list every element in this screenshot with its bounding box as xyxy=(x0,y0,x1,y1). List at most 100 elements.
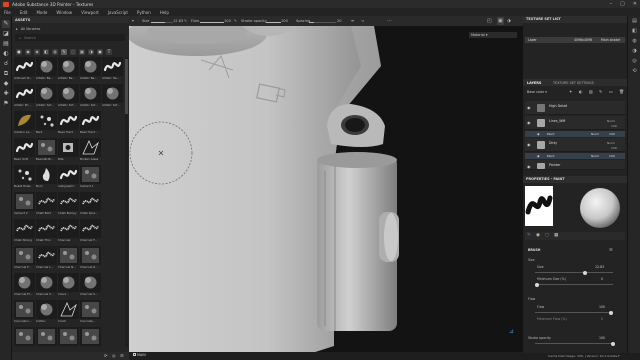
asset-thumbnail[interactable]: Bullet Holes xyxy=(14,165,35,189)
add-mask-icon[interactable]: ◐ xyxy=(579,89,583,94)
material-tab-icon[interactable]: ◉ xyxy=(536,233,540,238)
asset-thumbnail[interactable]: Basmati Br... xyxy=(36,138,57,162)
properties-icon[interactable]: ◍ xyxy=(631,38,638,45)
delete-layer-icon[interactable]: 🗑 xyxy=(619,89,624,94)
menu-file[interactable]: File xyxy=(4,10,11,15)
layer-opacity[interactable]: 100 xyxy=(611,146,617,150)
search-field[interactable]: ⌕ Search xyxy=(15,34,125,41)
asset-thumbnail[interactable]: Concrete... xyxy=(80,300,101,324)
display-settings-dock-icon[interactable]: ◑ xyxy=(631,48,638,55)
blend-mode[interactable]: Norm xyxy=(607,119,615,123)
3d-viewport[interactable]: Material ▾ ⊿ xyxy=(129,26,523,354)
asset-thumbnail[interactable]: Cloud... xyxy=(58,273,79,297)
asset-thumbnail[interactable]: Basic Soft xyxy=(14,138,35,162)
history-icon[interactable]: ⟲ xyxy=(631,68,638,75)
sublayer-opacity[interactable]: 100 xyxy=(609,154,615,158)
asset-thumbnail[interactable]: Chalk Thin xyxy=(36,219,57,243)
toolbar-flow-slider[interactable] xyxy=(200,22,224,24)
visibility-eye-icon[interactable]: ◉ xyxy=(537,154,540,158)
paint-brush-tool-icon[interactable]: ✎ xyxy=(2,20,10,28)
layer-row[interactable]: ◉ High Detail xyxy=(525,101,625,115)
asset-thumbnail[interactable]: Cotton xyxy=(36,300,57,324)
asset-thumbnail[interactable]: Bark xyxy=(36,111,57,135)
layers-icon[interactable]: ◧ xyxy=(631,28,638,35)
asset-thumbnail[interactable] xyxy=(14,327,35,351)
geometry-decal-icon[interactable]: ◐ xyxy=(2,50,10,58)
asset-thumbnail[interactable]: Artistic Sof... xyxy=(80,84,101,108)
asset-thumbnail[interactable]: Artistic Pri... xyxy=(14,84,35,108)
fonts-filter-icon[interactable]: T xyxy=(106,48,112,55)
list-view-icon[interactable]: ☰ xyxy=(120,353,124,358)
asset-thumbnail[interactable]: Charcoal Pr... xyxy=(14,273,35,297)
asset-thumbnail[interactable]: Charcoal F... xyxy=(14,246,35,270)
stroke-opacity-value[interactable]: 100 xyxy=(599,336,605,340)
asset-thumbnail[interactable]: Artistic Ba... xyxy=(80,57,101,81)
shader-settings-icon[interactable]: ◎ xyxy=(631,58,638,65)
asset-thumbnail[interactable]: Artistic Sof... xyxy=(36,84,57,108)
size-value[interactable]: 12.83 xyxy=(595,265,604,269)
visibility-eye-icon[interactable]: ◉ xyxy=(537,132,540,136)
menu-javascript[interactable]: JavaScript xyxy=(108,10,128,15)
asset-thumbnail[interactable]: Artistic Ba... xyxy=(58,57,79,81)
pen-pressure-flow-icon[interactable]: ✎ xyxy=(234,17,237,25)
asset-thumbnail[interactable]: Bite xyxy=(58,138,79,162)
viewport-menu-icon[interactable]: ⋯ xyxy=(387,17,392,25)
render-mode-icon[interactable]: ⬗ xyxy=(507,17,511,25)
visibility-eye-icon[interactable]: ◉ xyxy=(527,105,531,110)
textures-filter-icon[interactable]: ▦ xyxy=(79,48,85,55)
visibility-eye-icon[interactable]: ◉ xyxy=(527,120,531,125)
add-fill-layer-icon[interactable]: ▨ xyxy=(589,89,593,94)
display-settings-icon[interactable]: ▣ xyxy=(497,17,504,25)
projection-tool-icon[interactable]: ▤ xyxy=(2,40,10,48)
asset-thumbnail[interactable]: Cement 1 xyxy=(80,165,101,189)
assets-scrollbar[interactable] xyxy=(125,57,128,347)
thumbnail-size-icon[interactable]: ◎ xyxy=(112,353,116,358)
asset-thumbnail[interactable] xyxy=(36,327,57,351)
alphas-filter-icon[interactable]: ◌ xyxy=(70,48,76,55)
menu-edit[interactable]: Edit xyxy=(20,10,28,15)
flow-slider[interactable] xyxy=(535,310,613,315)
asset-thumbnail[interactable] xyxy=(80,327,101,351)
stroke-opacity-slider[interactable] xyxy=(535,341,615,346)
asset-thumbnail[interactable]: Charcoal F... xyxy=(80,219,101,243)
asset-thumbnail[interactable]: Chalk Strong xyxy=(14,219,35,243)
asset-thumbnail[interactable]: Chalk Bold xyxy=(36,192,57,216)
asset-thumbnail[interactable]: Artistic Sof... xyxy=(58,84,79,108)
pen-pressure-size-icon[interactable]: ✎ xyxy=(184,17,187,25)
asset-thumbnail[interactable]: Charcoal S... xyxy=(36,273,57,297)
visibility-eye-icon[interactable]: ◉ xyxy=(527,164,531,169)
asset-thumbnail[interactable]: Calligraphic xyxy=(58,165,79,189)
sublayer-row[interactable]: ◉ Paint Norm 100 xyxy=(525,131,625,137)
toolbar-size-slider[interactable] xyxy=(151,22,173,24)
visibility-eye-icon[interactable]: ◉ xyxy=(527,142,531,147)
tab-layers[interactable]: LAYERS xyxy=(527,81,541,85)
layer-opacity[interactable]: 100 xyxy=(611,124,617,128)
brush-preset-icon[interactable]: ▾ xyxy=(132,17,134,25)
sublayer-row[interactable]: ◉ Paint Norm 100 xyxy=(525,153,625,159)
masks-filter-icon[interactable]: ◧ xyxy=(43,48,49,55)
minimum-size-value[interactable]: 0 xyxy=(601,277,603,281)
asset-thumbnail[interactable] xyxy=(58,327,79,351)
add-paint-layer-icon[interactable]: ✎ xyxy=(599,89,602,94)
toolbar-stroke-opacity-value[interactable]: 100 xyxy=(281,17,288,25)
asset-thumbnail[interactable]: Autumn Le... xyxy=(14,111,35,135)
toolbar-spacing-value[interactable]: 20 xyxy=(337,17,342,25)
layer-row[interactable]: ◉ Lines_WM Norm 100 xyxy=(525,116,625,130)
menu-window[interactable]: Window xyxy=(56,10,72,15)
smart-materials-filter-icon[interactable]: ◈ xyxy=(34,48,40,55)
lazy-mouse-icon[interactable]: ↝ xyxy=(361,17,364,25)
channel-dropdown[interactable]: Base color ▾ xyxy=(527,90,547,94)
asset-thumbnail[interactable]: Broken Glass xyxy=(80,138,101,162)
size-slider[interactable] xyxy=(535,270,613,275)
stencil-tab-icon[interactable]: ▦ xyxy=(554,233,558,238)
filters-filter-icon[interactable]: ▣ xyxy=(97,48,103,55)
close-button[interactable]: ✕ xyxy=(633,1,637,7)
asset-thumbnail[interactable]: Cement 2 xyxy=(14,192,35,216)
minimum-flow-value[interactable]: 0 xyxy=(601,317,603,321)
sublayer-mode[interactable]: Norm xyxy=(591,132,599,136)
brush-tab-icon[interactable]: ✎ xyxy=(527,233,531,238)
tab-texture-set-settings[interactable]: TEXTURE SET SETTINGS xyxy=(553,81,594,85)
sublayer-opacity[interactable]: 100 xyxy=(609,132,615,136)
minimum-size-slider[interactable] xyxy=(535,282,613,287)
asset-thumbnail[interactable]: Chalk Bumpy xyxy=(58,192,79,216)
